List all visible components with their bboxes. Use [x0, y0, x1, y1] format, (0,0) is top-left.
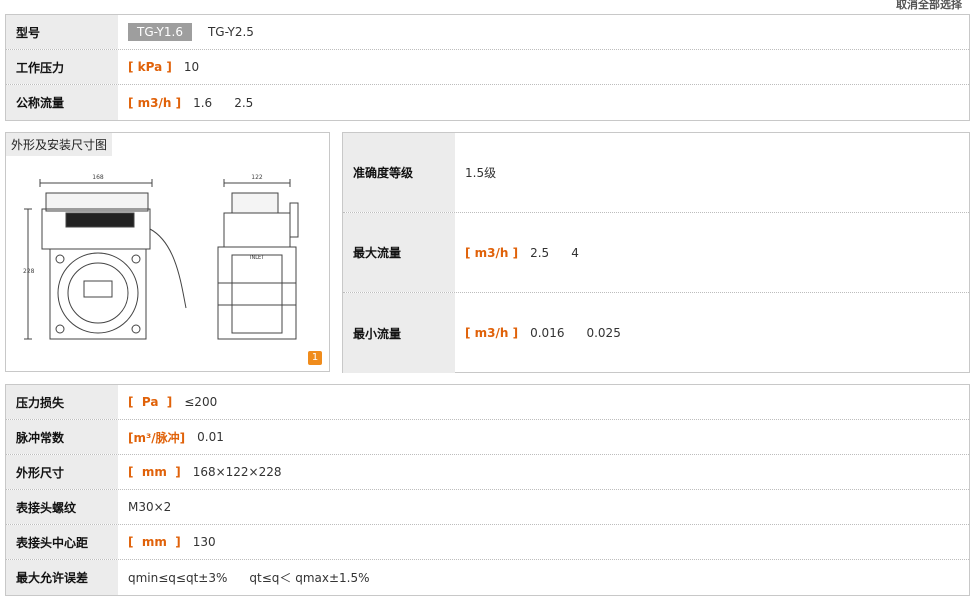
spec-row-center-distance: 表接头中心距 [ mm ] 130 — [6, 525, 969, 560]
spec-label-min-flow: 最小流量 — [343, 293, 455, 373]
max-error-value-1: qmin≤q≤qt±3% — [128, 570, 228, 585]
unit-m3-per-pulse: [m³/脉冲] — [128, 430, 186, 445]
unit-kpa: [ kPa ] — [128, 60, 172, 74]
spec-row-thread: 表接头螺纹 M30×2 — [6, 490, 969, 525]
min-flow-value-2: 0.025 — [586, 326, 621, 340]
spec-label-model: 型号 — [6, 15, 118, 49]
spec-row-pressure: 工作压力 [ kPa ] 10 — [6, 50, 969, 85]
inlet-label: INLET — [250, 255, 265, 261]
spec-label-max-error: 最大允许误差 — [6, 560, 118, 595]
spec-label-thread: 表接头螺纹 — [6, 490, 118, 524]
unit-m3h: [ m3/h ] — [128, 95, 182, 110]
center-distance-value: 130 — [192, 535, 216, 549]
accuracy-value: 1.5级 — [465, 166, 497, 180]
max-flow-value-2: 4 — [571, 245, 579, 260]
spec-label-center-distance: 表接头中心距 — [6, 525, 118, 559]
spec-row-size: 外形尺寸 [ mm ] 168×122×228 — [6, 455, 969, 490]
meter-drawing: 168 122 228 INLET — [23, 174, 299, 340]
spec-panel-top: 型号 TG-Y1.6 TG-Y2.5 工作压力 [ kPa ] 10 公称流量 … — [5, 14, 970, 121]
min-flow-value-1: 0.016 — [530, 326, 565, 340]
spec-panel-bottom: 压力损失 [ Pa ] ≤200 脉冲常数 [m³/脉冲] 0.01 外形尺寸 … — [5, 384, 970, 596]
pressure-loss-value: ≤200 — [184, 395, 218, 409]
spec-row-max-error: 最大允许误差 qmin≤q≤qt±3% qt≤q＜ qmax±1.5% — [6, 560, 969, 595]
unit-mm: [ mm ] — [128, 535, 181, 549]
thread-value: M30×2 — [128, 500, 172, 514]
dim-width-label: 168 — [92, 174, 104, 181]
nominal-flow-value-2: 2.5 — [234, 95, 254, 110]
spec-row-min-flow: 最小流量 [ m3/h ] 0.016 0.025 — [343, 293, 969, 373]
size-value: 168×122×228 — [192, 465, 282, 479]
spec-row-pulse: 脉冲常数 [m³/脉冲] 0.01 — [6, 420, 969, 455]
model-options: TG-Y1.6 TG-Y2.5 — [118, 15, 254, 49]
unit-mm: [ mm ] — [128, 465, 181, 479]
unit-m3h: [ m3/h ] — [465, 245, 519, 260]
spec-row-accuracy: 准确度等级 1.5级 — [343, 133, 969, 213]
model-option-tg-y2-5[interactable]: TG-Y2.5 — [208, 25, 254, 39]
dim-height-label: 228 — [23, 268, 35, 275]
model-option-tg-y1-6[interactable]: TG-Y1.6 — [128, 23, 192, 41]
spec-label-pulse: 脉冲常数 — [6, 420, 118, 454]
spec-panel-mid: 准确度等级 1.5级 最大流量 [ m3/h ] 2.5 4 最小流量 [ m3… — [342, 132, 970, 373]
spec-label-nominal-flow: 公称流量 — [6, 85, 118, 120]
spec-row-pressure-loss: 压力损失 [ Pa ] ≤200 — [6, 385, 969, 420]
spec-row-model: 型号 TG-Y1.6 TG-Y2.5 — [6, 15, 969, 50]
spec-row-max-flow: 最大流量 [ m3/h ] 2.5 4 — [343, 213, 969, 293]
dim-depth-label: 122 — [251, 174, 263, 181]
deselect-all-link[interactable]: 取消全部选择 — [896, 0, 962, 12]
diagram-panel: 外形及安装尺寸图 168 122 228 INLET 1 — [5, 132, 330, 372]
max-flow-value-1: 2.5 — [530, 245, 550, 260]
spec-label-accuracy: 准确度等级 — [343, 133, 455, 212]
pressure-value: 10 — [183, 60, 200, 74]
spec-label-max-flow: 最大流量 — [343, 213, 455, 292]
spec-label-pressure-loss: 压力损失 — [6, 385, 118, 419]
zoom-badge[interactable]: 1 — [308, 351, 322, 365]
pulse-value: 0.01 — [197, 430, 224, 444]
nominal-flow-value-1: 1.6 — [193, 95, 213, 110]
spec-label-size: 外形尺寸 — [6, 455, 118, 489]
unit-pa: [ Pa ] — [128, 395, 173, 409]
unit-m3h: [ m3/h ] — [465, 326, 519, 340]
max-error-value-2: qt≤q＜ qmax±1.5% — [249, 571, 370, 585]
spec-row-nominal-flow: 公称流量 [ m3/h ] 1.6 2.5 — [6, 85, 969, 120]
spec-label-pressure: 工作压力 — [6, 50, 118, 84]
